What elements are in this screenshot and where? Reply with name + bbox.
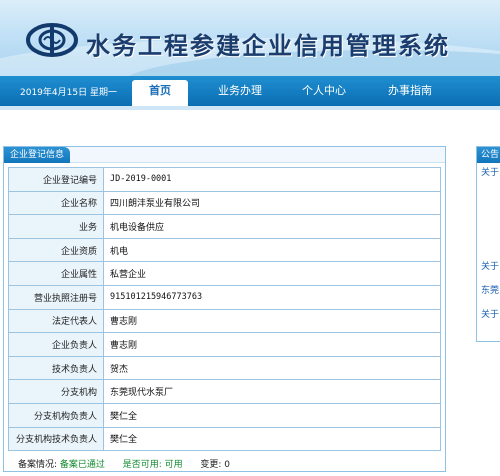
site-title: 水务工程参建企业信用管理系统: [86, 31, 450, 60]
row-value: 915101215946773763: [103, 284, 441, 310]
status-line: 备案情况: 备案已通过 是否可用: 可用 变更: 0: [18, 457, 230, 470]
main-nav: 2019年4月15日 星期一 首页 业务办理 个人中心 办事指南: [0, 76, 500, 108]
row-value: 曹志刚: [103, 308, 441, 334]
table-row: 营业执照注册号 915101215946773763: [8, 284, 441, 310]
row-value: 东莞现代水泵厂: [103, 379, 441, 404]
row-label: 企业负责人: [8, 332, 104, 357]
announcement-panel: 公告 关于 关于 东莞 关于: [476, 146, 500, 342]
table-row: 分支机构 东莞现代水泵厂: [8, 379, 441, 404]
panel-header: 企业登记信息: [4, 147, 445, 163]
table-row: 业务 机电设备供应: [8, 214, 441, 239]
row-label: 企业登记编号: [8, 167, 104, 192]
panel-title: 企业登记信息: [4, 147, 71, 163]
change-label: 变更:: [200, 460, 222, 470]
announcement-link[interactable]: 关于: [481, 307, 499, 320]
row-label: 企业资质: [8, 237, 104, 263]
table-row: 企业负责人 曹志刚: [8, 332, 441, 357]
row-value: 樊仁全: [103, 402, 441, 428]
announcement-title: 公告: [477, 147, 500, 163]
row-label: 企业属性: [8, 261, 104, 286]
row-label: 分支机构技术负责人: [8, 426, 104, 452]
usable-label: 是否可用:: [122, 460, 162, 470]
usable-value: 可用: [164, 460, 183, 470]
announcement-link[interactable]: 关于: [481, 259, 499, 272]
table-row: 技术负责人 贺杰: [8, 355, 441, 381]
tab-personal-center[interactable]: 个人中心: [292, 76, 356, 106]
row-label: 企业名称: [8, 190, 104, 216]
table-row: 分支机构技术负责人 樊仁全: [8, 426, 441, 452]
table-row: 法定代表人 曹志刚: [8, 308, 441, 334]
row-label: 业务: [8, 214, 104, 239]
row-label: 分支机构负责人: [8, 402, 104, 428]
nav-divider: [0, 106, 500, 110]
tab-home[interactable]: 首页: [132, 80, 188, 108]
row-value: 四川朗沣泵业有限公司: [103, 190, 441, 216]
table-row: 分支机构负责人 樊仁全: [8, 402, 441, 428]
announcement-link[interactable]: 东莞: [481, 283, 499, 296]
row-value: 机电: [103, 237, 441, 263]
row-value: 贺杰: [103, 355, 441, 381]
header-banner: 水务工程参建企业信用管理系统: [0, 0, 500, 76]
row-label: 分支机构: [8, 379, 104, 404]
change-value: 0: [224, 460, 231, 470]
tab-business[interactable]: 业务办理: [208, 76, 272, 106]
table-row: 企业名称 四川朗沣泵业有限公司: [8, 190, 441, 216]
row-value: 机电设备供应: [103, 214, 441, 239]
row-value: 曹志刚: [103, 332, 441, 357]
tab-guide[interactable]: 办事指南: [378, 76, 442, 106]
row-label: 技术负责人: [8, 355, 104, 381]
row-value: 私营企业: [103, 261, 441, 286]
current-date: 2019年4月15日 星期一: [20, 88, 117, 98]
row-label: 法定代表人: [8, 308, 104, 334]
table-row: 企业属性 私营企业: [8, 261, 441, 286]
table-row: 企业资质 机电: [8, 237, 441, 263]
announcement-link[interactable]: 关于: [481, 165, 499, 178]
record-status-label: 备案情况:: [18, 460, 58, 470]
enterprise-info-table: 企业登记编号 JD-2019-0001 企业名称 四川朗沣泵业有限公司 业务 机…: [8, 167, 441, 452]
row-value: 樊仁全: [103, 426, 441, 452]
enterprise-info-panel: 企业登记信息 企业登记编号 JD-2019-0001 企业名称 四川朗沣泵业有限…: [3, 146, 446, 472]
table-row: 企业登记编号 JD-2019-0001: [8, 167, 441, 192]
row-value: JD-2019-0001: [103, 167, 441, 192]
water-logo-icon: [26, 23, 78, 57]
record-status-value: 备案已通过: [59, 460, 105, 470]
row-label: 营业执照注册号: [8, 284, 104, 310]
